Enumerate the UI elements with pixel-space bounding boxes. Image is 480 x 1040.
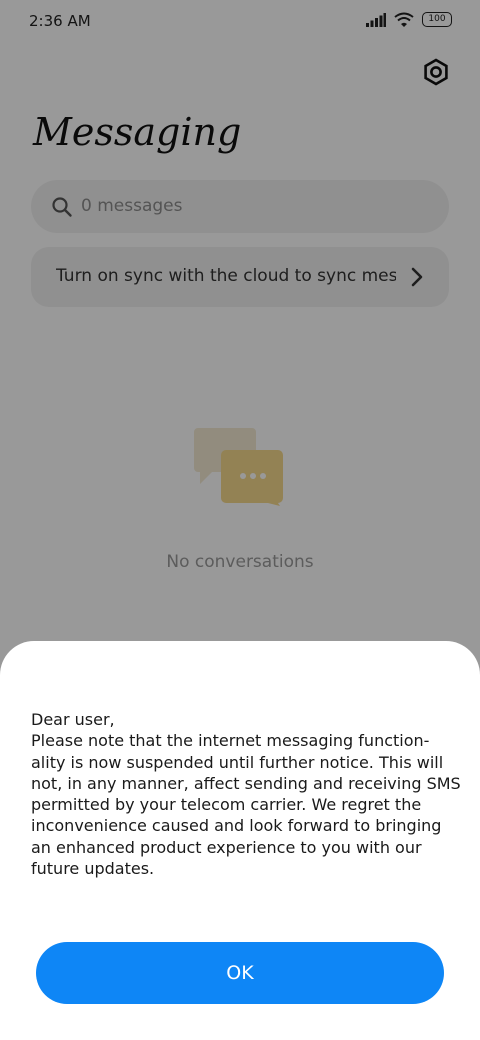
dialog-message: Dear user, Please note that the internet… [31,710,461,879]
ok-button[interactable]: OK [36,942,444,1004]
messaging-screen: 2:36 AM 100 Messaging 0 messages Turn on… [0,0,480,1040]
notice-dialog: Dear user, Please note that the internet… [0,641,480,1040]
